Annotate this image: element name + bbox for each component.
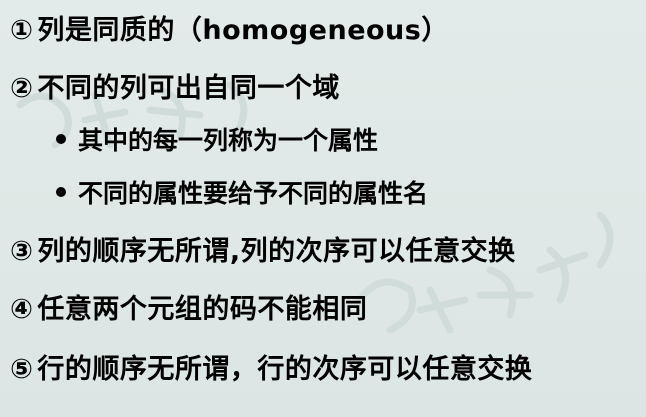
sub-bullet-1: 其中的每一列称为一个属性 xyxy=(56,125,378,157)
number-1: ① xyxy=(10,15,34,46)
list-item-4: ④ 任意两个元组的码不能相同 xyxy=(10,293,367,327)
list-item-1-text: 列是同质的（homogeneous） xyxy=(37,15,449,46)
number-3: ③ xyxy=(10,236,34,267)
list-item-4-text: 任意两个元组的码不能相同 xyxy=(37,294,368,325)
list-item-1: ① 列是同质的（homogeneous） xyxy=(10,14,449,48)
number-4: ④ xyxy=(10,294,34,325)
slide: ① 列是同质的（homogeneous） ② 不同的列可出自同一个域 其中的每一列称… xyxy=(0,0,646,417)
bullet-icon xyxy=(56,187,66,197)
sub-bullet-2-text: 不同的属性要给予不同的属性名 xyxy=(78,179,429,208)
number-2: ② xyxy=(10,73,34,104)
list-item-2: ② 不同的列可出自同一个域 xyxy=(10,72,340,106)
bullet-icon xyxy=(56,134,66,144)
sub-bullet-2: 不同的属性要给予不同的属性名 xyxy=(56,178,428,210)
list-item-3-text: 列的顺序无所谓,列的次序可以任意交换 xyxy=(37,236,516,267)
list-item-5-text: 行的顺序无所谓，行的次序可以任意交换 xyxy=(37,354,533,385)
list-item-5: ⑤ 行的顺序无所谓，行的次序可以任意交换 xyxy=(10,353,532,387)
sub-bullet-1-text: 其中的每一列称为一个属性 xyxy=(78,126,379,155)
list-item-2-text: 不同的列可出自同一个域 xyxy=(37,73,340,104)
number-5: ⑤ xyxy=(10,354,34,385)
list-item-3: ③ 列的顺序无所谓,列的次序可以任意交换 xyxy=(10,235,516,269)
